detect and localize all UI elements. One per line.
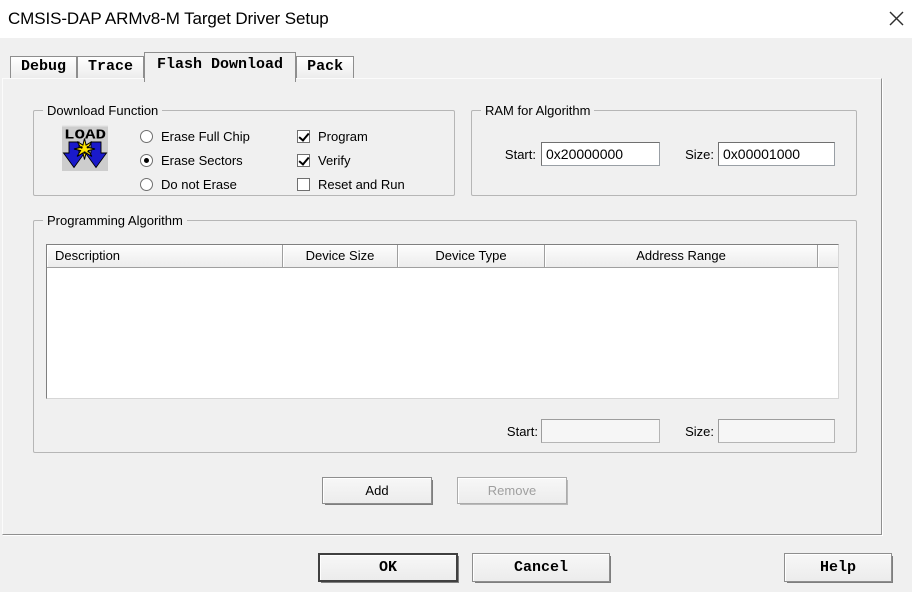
do-not-erase-option: Do not Erase	[140, 176, 237, 192]
program-option: Program	[297, 128, 368, 144]
column-header-description[interactable]: Description	[47, 245, 283, 267]
tabstrip: Debug Trace Flash Download Pack	[10, 50, 355, 82]
algorithm-table-body	[47, 268, 838, 398]
help-button[interactable]: Help	[784, 553, 892, 582]
checkbox-reset-and-run[interactable]	[297, 177, 310, 191]
column-header-address-range[interactable]: Address Range	[545, 245, 818, 267]
tab-pack[interactable]: Pack	[296, 56, 355, 78]
tab-debug[interactable]: Debug	[10, 56, 78, 78]
load-icon: LOAD	[62, 125, 108, 171]
radio-erase-full-chip[interactable]	[140, 129, 153, 143]
close-icon	[889, 11, 903, 25]
download-function-legend: Download Function	[43, 103, 163, 118]
add-button[interactable]: Add	[322, 477, 432, 504]
reset-and-run-option: Reset and Run	[297, 176, 405, 192]
ram-start-input[interactable]	[541, 142, 660, 166]
algorithm-start-input	[541, 419, 660, 443]
programming-algorithm-legend: Programming Algorithm	[43, 213, 187, 228]
radio-do-not-erase[interactable]	[140, 177, 153, 191]
algorithm-table: Description Device Size Device Type Addr…	[46, 244, 839, 399]
radio-label-erase-sectors[interactable]: Erase Sectors	[161, 153, 243, 168]
verify-option: Verify	[297, 152, 351, 168]
ok-button[interactable]: OK	[318, 553, 458, 582]
radio-label-erase-full-chip[interactable]: Erase Full Chip	[161, 129, 250, 144]
ram-size-input[interactable]	[718, 142, 835, 166]
radio-erase-sectors[interactable]	[140, 153, 153, 167]
column-header-extra	[818, 245, 838, 267]
ram-size-label: Size:	[685, 147, 714, 162]
remove-button: Remove	[457, 477, 567, 504]
ram-for-algorithm-group: RAM for Algorithm Start: Size:	[471, 103, 857, 196]
programming-algorithm-group: Programming Algorithm Description Device…	[33, 213, 857, 453]
titlebar: CMSIS-DAP ARMv8-M Target Driver Setup	[0, 0, 912, 38]
checkbox-label-reset-and-run[interactable]: Reset and Run	[318, 177, 405, 192]
algorithm-start-label: Start:	[506, 424, 538, 439]
cancel-button[interactable]: Cancel	[472, 553, 610, 582]
download-function-group: Download Function LOAD Erase Full Chip E…	[33, 103, 455, 196]
erase-sectors-option: Erase Sectors	[140, 152, 243, 168]
algorithm-size-label: Size:	[685, 424, 714, 439]
radio-label-do-not-erase[interactable]: Do not Erase	[161, 177, 237, 192]
window-title: CMSIS-DAP ARMv8-M Target Driver Setup	[8, 9, 329, 28]
ram-for-algorithm-legend: RAM for Algorithm	[481, 103, 595, 118]
checkbox-verify[interactable]	[297, 153, 310, 167]
algorithm-table-header: Description Device Size Device Type Addr…	[47, 245, 838, 268]
close-button[interactable]	[882, 4, 910, 32]
tab-flash-download[interactable]: Flash Download	[144, 52, 297, 82]
checkbox-program[interactable]	[297, 129, 310, 143]
dialog-target-driver-setup: CMSIS-DAP ARMv8-M Target Driver Setup De…	[0, 0, 912, 592]
column-header-device-type[interactable]: Device Type	[398, 245, 545, 267]
erase-full-chip-option: Erase Full Chip	[140, 128, 250, 144]
checkbox-label-program[interactable]: Program	[318, 129, 368, 144]
column-header-device-size[interactable]: Device Size	[283, 245, 398, 267]
algorithm-size-input	[718, 419, 835, 443]
tab-trace[interactable]: Trace	[77, 56, 145, 78]
ram-start-label: Start:	[504, 147, 536, 162]
checkbox-label-verify[interactable]: Verify	[318, 153, 351, 168]
